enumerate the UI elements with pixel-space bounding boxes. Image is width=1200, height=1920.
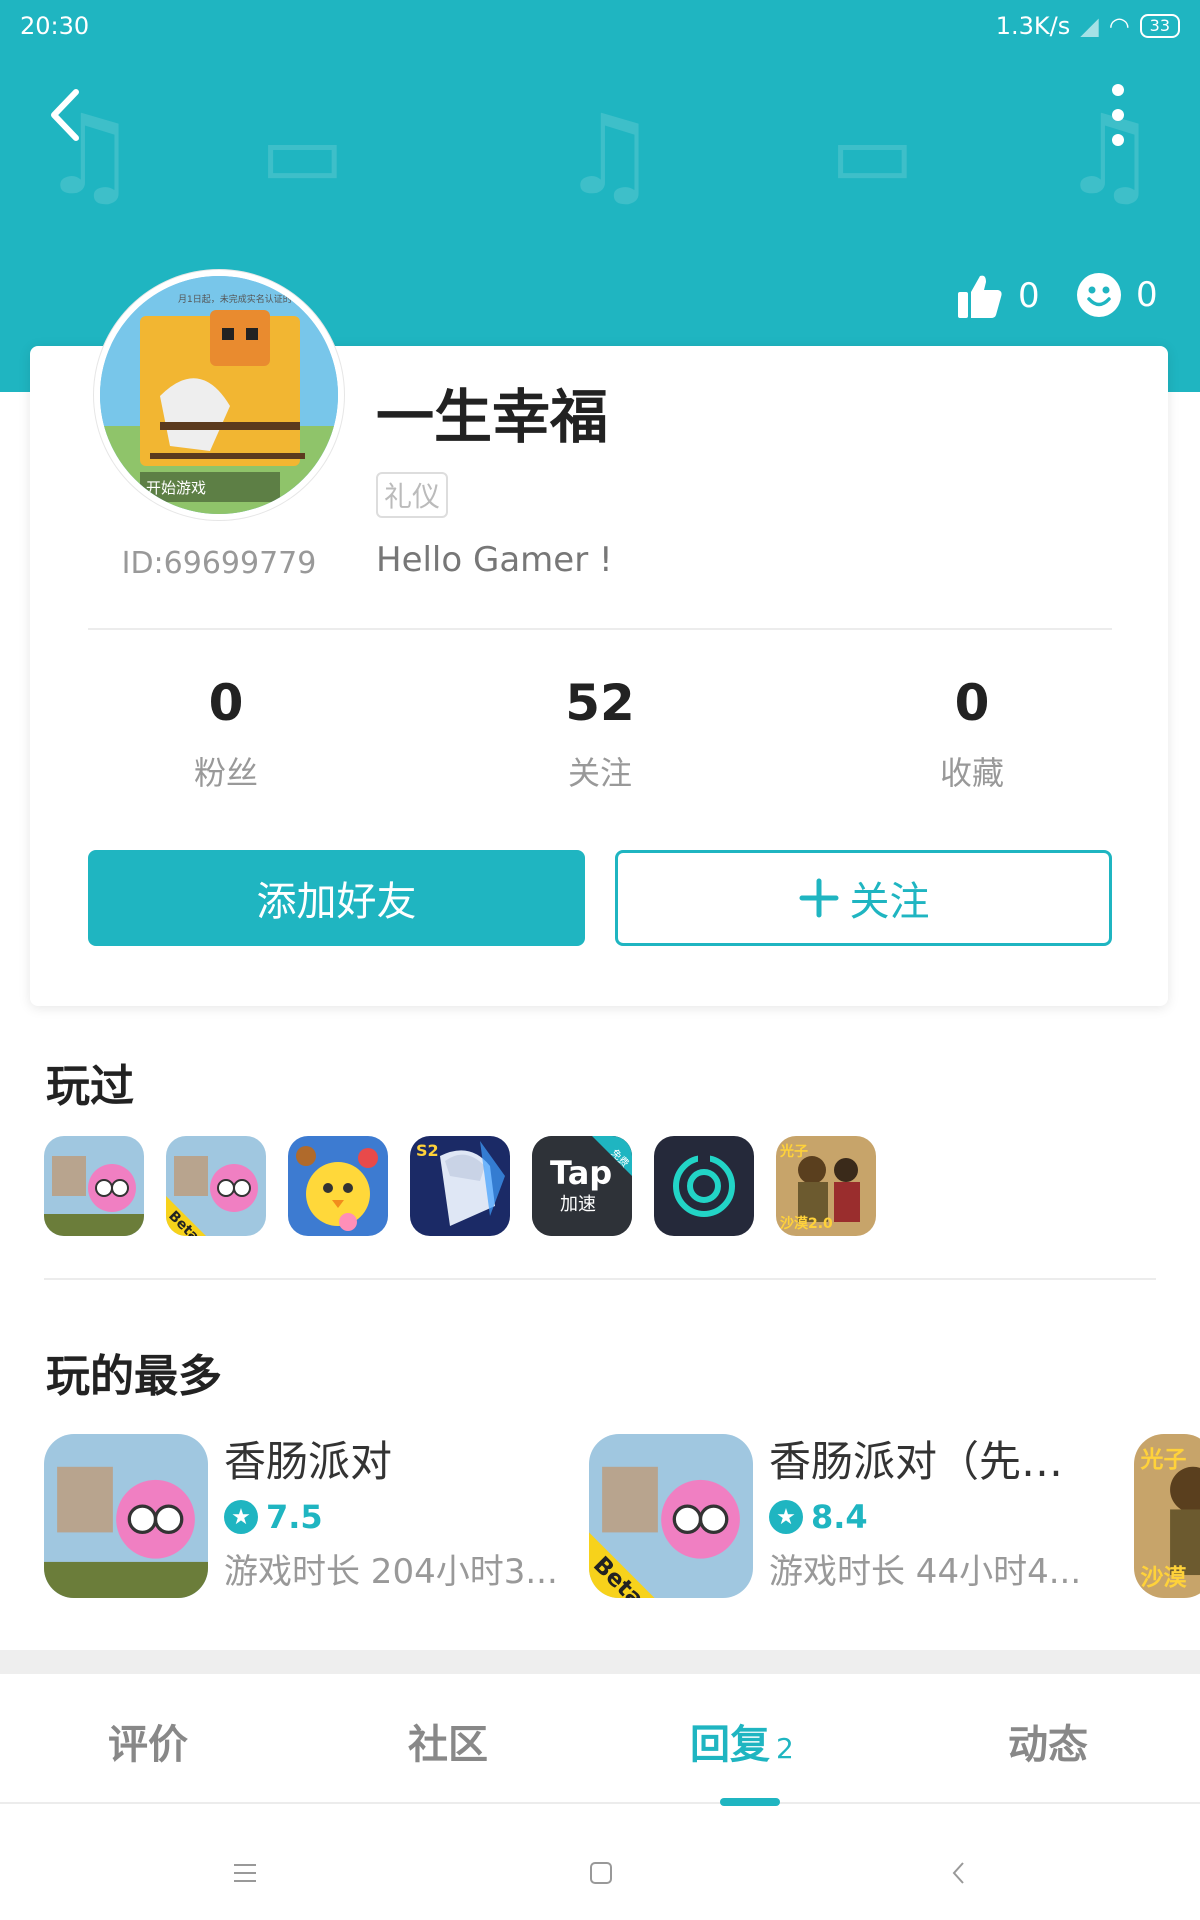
signal-icon: ◢ — [1080, 12, 1099, 40]
profile-screen: ♫ ▭ ♫ ▭ ♫ ▭ 20:30 1.3K/s ◢ ◠ 33 — [0, 0, 1200, 1920]
favorites-label: 收藏 — [939, 754, 1004, 792]
game-icon-tap-accelerator[interactable]: 免费 Tap 加速 — [532, 1136, 632, 1236]
status-time: 20:30 — [20, 12, 90, 40]
star-icon: ★ — [224, 1500, 258, 1534]
smile-count[interactable]: 0 — [1076, 272, 1158, 318]
favorites-count: 0 — [954, 674, 990, 732]
like-count[interactable]: 0 — [956, 272, 1040, 320]
svg-text:光子: 光子 — [1140, 1447, 1187, 1473]
thumbs-up-icon — [958, 275, 1002, 318]
add-friend-button[interactable]: 添加好友 — [88, 850, 585, 946]
tab-bar: 评价 社区 回复 2 动态 — [0, 1674, 1200, 1804]
most-played-item[interactable]: 香肠派对 ★ 7.5 游戏时长 204小时3... — [44, 1434, 564, 1598]
game-icon-pubg[interactable]: 光子 沙漠2.0 — [776, 1136, 876, 1236]
followers-count: 0 — [208, 674, 244, 732]
game-icon-sausage-party-beta: Beta — [589, 1434, 753, 1598]
follow-label: 关注 — [849, 879, 930, 925]
followers-label: 粉丝 — [193, 754, 258, 792]
svg-text:沙漠2.0: 沙漠2.0 — [780, 1215, 833, 1232]
avatar[interactable]: 开始游戏 月1日起，未完成实名认证的 — [94, 270, 344, 520]
game-icon-anime[interactable]: S2 — [410, 1136, 510, 1236]
game-name: 香肠派对 — [224, 1437, 393, 1486]
favorites-counter[interactable]: 0 收藏 — [822, 668, 1122, 794]
add-friend-label: 添加好友 — [256, 879, 417, 925]
game-rating: 7.5 — [266, 1498, 323, 1536]
follow-button[interactable]: 关注 — [615, 850, 1112, 946]
chevron-left-icon — [952, 1862, 964, 1884]
more-vertical-icon — [1112, 84, 1124, 96]
game-icon-chick[interactable] — [288, 1136, 388, 1236]
smile-icon — [1077, 273, 1121, 317]
like-count-value: 0 — [1018, 276, 1040, 316]
played-games-list: Beta S2 免费 Tap 加速 光子 沙漠2.0 — [44, 1136, 876, 1236]
tab-reviews[interactable]: 评价 — [108, 1712, 188, 1770]
gamepad-icon: ▭ — [260, 102, 346, 207]
plus-icon — [799, 878, 838, 918]
menu-button[interactable] — [220, 1848, 270, 1898]
game-name: 香肠派对（先行... — [769, 1437, 1089, 1486]
following-label: 关注 — [567, 754, 632, 792]
game-rating: 8.4 — [811, 1498, 868, 1536]
svg-text:S2: S2 — [416, 1141, 439, 1160]
avatar-notice: 月1日起，未完成实名认证的 — [178, 293, 292, 305]
game-icon-circle-app[interactable] — [654, 1136, 754, 1236]
user-tag: 礼仪 — [376, 472, 449, 518]
system-nav-bar — [0, 1824, 1200, 1920]
user-id: ID:69699779 — [121, 546, 317, 581]
smile-count-value: 0 — [1136, 275, 1158, 315]
home-icon — [590, 1862, 612, 1884]
more-options-button[interactable] — [1100, 84, 1136, 146]
system-back-button[interactable] — [934, 1848, 984, 1898]
game-icon-sausage-party[interactable] — [44, 1136, 144, 1236]
music-note-icon: ♫ — [560, 91, 659, 219]
played-section-title: 玩过 — [46, 1061, 134, 1112]
svg-text:Tap: Tap — [550, 1154, 612, 1192]
most-played-section-title: 玩的最多 — [46, 1351, 222, 1402]
network-speed: 1.3K/s — [995, 12, 1071, 40]
star-icon: ★ — [769, 1500, 803, 1534]
menu-icon — [234, 1864, 256, 1882]
followers-counter[interactable]: 0 粉丝 — [76, 668, 376, 794]
game-icon-pubg: 光子 沙漠 — [1134, 1434, 1200, 1598]
username: 一生幸福 — [376, 383, 609, 451]
back-button[interactable] — [40, 80, 90, 150]
svg-text:加速: 加速 — [560, 1194, 596, 1215]
following-counter[interactable]: 52 关注 — [450, 668, 750, 794]
tab-replies[interactable]: 回复 2 — [690, 1712, 794, 1770]
avatar-image: 开始游戏 月1日起，未完成实名认证的 — [100, 276, 338, 514]
play-time: 游戏时长 44小时4... — [769, 1552, 1082, 1592]
game-icon-sausage-party-beta[interactable]: Beta — [166, 1136, 266, 1236]
most-played-item-partial[interactable]: 光子 沙漠 — [1134, 1434, 1200, 1598]
game-icon-sausage-party — [44, 1434, 208, 1598]
divider — [44, 1278, 1156, 1280]
active-tab-indicator — [720, 1798, 780, 1806]
tab-activity[interactable]: 动态 — [1008, 1712, 1088, 1770]
divider — [88, 628, 1112, 630]
svg-text:沙漠: 沙漠 — [1141, 1565, 1188, 1591]
svg-text:光子: 光子 — [779, 1143, 808, 1160]
battery-icon: 33 — [1139, 14, 1180, 38]
most-played-item[interactable]: Beta 香肠派对（先行... ★ 8.4 游戏时长 44小时4... — [589, 1434, 1089, 1598]
status-bar: 20:30 1.3K/s ◢ ◠ 33 — [0, 0, 1200, 52]
tab-community[interactable]: 社区 — [408, 1712, 488, 1770]
gamepad-icon: ▭ — [830, 102, 916, 207]
avatar-caption: 开始游戏 — [146, 479, 206, 497]
chevron-left-icon — [51, 89, 79, 141]
wifi-icon: ◠ — [1108, 12, 1130, 40]
tab-replies-count: 2 — [776, 1732, 794, 1765]
following-count: 52 — [565, 674, 635, 732]
section-separator — [0, 1650, 1200, 1674]
home-button[interactable] — [576, 1848, 626, 1898]
play-time: 游戏时长 204小时3... — [224, 1552, 558, 1592]
user-bio: Hello Gamer ! — [376, 540, 613, 580]
